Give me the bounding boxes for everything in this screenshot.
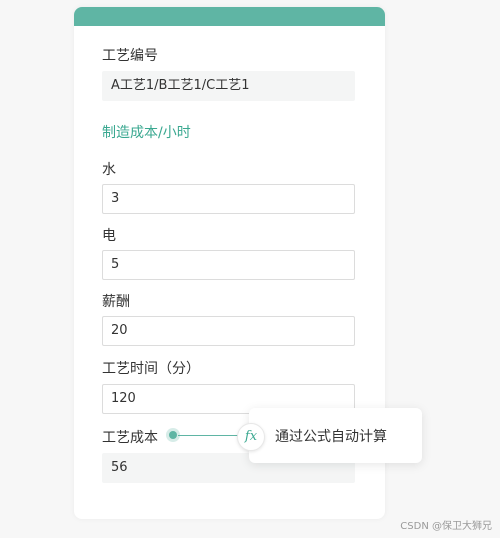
formula-tooltip: 通过公式自动计算	[249, 408, 422, 463]
formula-connector-line	[178, 435, 242, 436]
watermark: CSDN @保卫大狮兄	[400, 521, 492, 532]
process-cost-label: 工艺成本	[102, 430, 158, 446]
electricity-label: 电	[102, 228, 116, 244]
fx-icon-glyph: fx	[244, 429, 258, 444]
water-input[interactable]: 3	[102, 184, 355, 214]
process-id-field: A工艺1/B工艺1/C工艺1	[102, 71, 355, 101]
formula-fx-icon[interactable]: fx	[237, 423, 265, 451]
card-header-bar	[74, 7, 385, 26]
process-time-label: 工艺时间（分）	[102, 361, 200, 377]
electricity-input[interactable]: 5	[102, 250, 355, 280]
process-id-label: 工艺编号	[102, 48, 158, 64]
salary-input[interactable]: 20	[102, 316, 355, 346]
salary-label: 薪酬	[102, 294, 130, 310]
formula-tooltip-text: 通过公式自动计算	[275, 429, 387, 445]
formula-connector-dot	[169, 431, 177, 439]
water-label: 水	[102, 162, 116, 178]
section-heading: 制造成本/小时	[102, 125, 191, 141]
